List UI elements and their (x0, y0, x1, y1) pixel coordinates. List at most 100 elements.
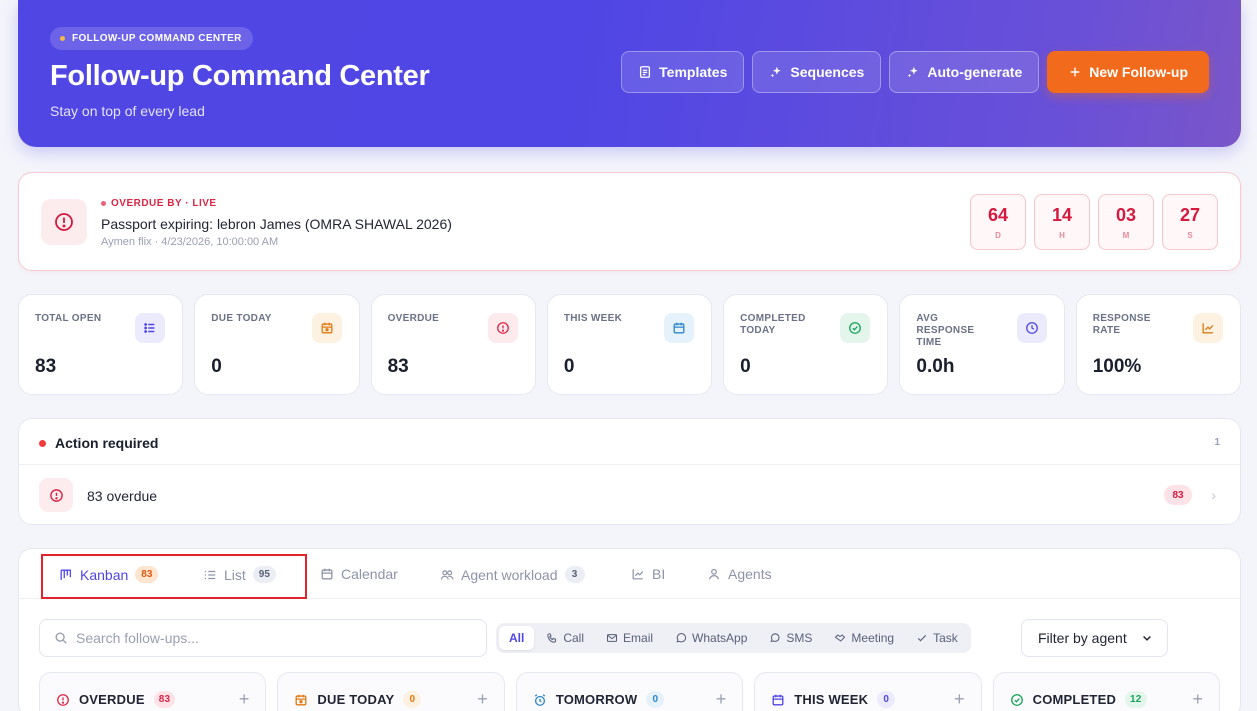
phone-icon (547, 633, 557, 643)
channel-filter-group: All Call Email WhatsApp SMS Meeting Task (496, 623, 971, 653)
hero-badge-label: FOLLOW-UP COMMAND CENTER (72, 33, 242, 44)
stat-label: COMPLETED TODAY (740, 313, 806, 336)
countdown-unit: D (995, 230, 1001, 240)
stat-value: 0 (740, 356, 751, 377)
column-count: 0 (646, 691, 665, 708)
clock-icon (1016, 313, 1047, 343)
overdue-live-card[interactable]: OVERDUE BY · LIVE Passport expiring: leb… (18, 172, 1241, 271)
countdown-value: 64 (987, 204, 1009, 225)
column-title: THIS WEEK (794, 692, 869, 707)
tab-label: Calendar (341, 566, 398, 582)
check-circle-icon (840, 313, 871, 343)
tab-label: Kanban (80, 566, 129, 583)
column-header: OVERDUE 83 (56, 691, 176, 708)
users-icon (440, 569, 454, 580)
add-card-button[interactable]: + (1193, 689, 1204, 710)
hero-badge: FOLLOW-UP COMMAND CENTER (50, 27, 253, 50)
overdue-live-label: OVERDUE BY · LIVE (101, 198, 217, 209)
add-card-button[interactable]: + (477, 689, 488, 710)
countdown-timer: 64 D 14 H 03 M 27 S (970, 194, 1218, 250)
stat-label: TOTAL OPEN (35, 313, 102, 324)
alert-circle-icon (57, 693, 69, 706)
column-header: TOMORROW 0 (533, 691, 665, 708)
stat-total-open: TOTAL OPEN 83 (18, 294, 184, 395)
sparkle-icon (771, 66, 782, 78)
tab-agents[interactable]: Agents (707, 566, 772, 582)
filter-call[interactable]: Call (536, 626, 594, 650)
add-card-button[interactable]: + (239, 689, 250, 710)
action-required-title: Action required (39, 435, 158, 451)
list-icon (135, 313, 166, 343)
sequences-button[interactable]: Sequences (752, 51, 882, 93)
add-card-button[interactable]: + (954, 689, 965, 710)
filter-meeting[interactable]: Meeting (824, 626, 904, 650)
countdown-minutes: 03 M (1098, 194, 1154, 250)
filter-email[interactable]: Email (596, 626, 663, 650)
tab-bi[interactable]: BI (631, 566, 665, 582)
countdown-value: 27 (1179, 204, 1201, 225)
search-box[interactable] (39, 619, 487, 657)
tab-label: BI (652, 566, 666, 582)
stat-label: DUE TODAY (211, 313, 272, 324)
new-followup-label: New Follow-up (1089, 64, 1188, 80)
stat-value: 0.0h (916, 356, 955, 377)
countdown-value: 14 (1051, 204, 1073, 225)
column-title: COMPLETED (1032, 692, 1117, 707)
kanban-icon (60, 569, 72, 580)
overdue-item-title: Passport expiring: lebron James (OMRA SH… (101, 216, 452, 232)
filter-sms[interactable]: SMS (759, 626, 822, 650)
chevron-down-icon (1143, 635, 1151, 641)
badge-dot (60, 36, 65, 41)
stat-this-week: THIS WEEK 0 (546, 294, 713, 395)
stat-response-rate: RESPONSE RATE 100% (1075, 294, 1241, 395)
search-icon (55, 632, 67, 644)
calendar-icon (664, 313, 695, 343)
tab-kanban[interactable]: Kanban 83 (59, 566, 159, 583)
hero-banner: FOLLOW-UP COMMAND CENTER Follow-up Comma… (18, 0, 1241, 147)
autogenerate-button[interactable]: Auto-generate (889, 51, 1040, 93)
kanban-columns: OVERDUE 83 + DUE TODAY 0 + TOMORROW 0 + (39, 672, 1221, 711)
tab-agent-workload[interactable]: Agent workload 3 (440, 566, 585, 583)
calendar-icon (772, 694, 784, 705)
action-item-label: 83 overdue (87, 488, 158, 504)
filter-label: Call (563, 631, 585, 645)
alarm-clock-icon (534, 693, 546, 706)
stat-label: AVG RESPONSE TIME (916, 313, 975, 348)
filter-whatsapp[interactable]: WhatsApp (665, 626, 757, 650)
stat-value: 0 (563, 356, 575, 377)
document-icon (640, 66, 651, 78)
column-count: 0 (403, 691, 422, 708)
chart-icon (632, 569, 644, 580)
stat-label: RESPONSE RATE (1092, 313, 1151, 336)
column-header: COMPLETED 12 (1010, 691, 1147, 708)
countdown-days: 64 D (970, 194, 1026, 250)
mail-icon (606, 634, 618, 642)
kanban-column-this-week: THIS WEEK 0 + (754, 672, 982, 711)
page-subtitle: Stay on top of every lead (50, 103, 205, 119)
filter-all[interactable]: All (499, 626, 535, 650)
new-followup-button[interactable]: New Follow-up (1047, 51, 1209, 93)
search-input[interactable] (76, 630, 456, 646)
column-count: 0 (877, 691, 896, 708)
filter-task[interactable]: Task (906, 626, 968, 650)
filter-label: WhatsApp (692, 631, 748, 645)
status-dot (39, 439, 46, 447)
alert-circle-icon (41, 199, 87, 245)
countdown-unit: M (1122, 230, 1130, 240)
column-count: 12 (1125, 691, 1147, 708)
alert-circle-icon (487, 313, 518, 343)
sparkle-icon (908, 66, 919, 78)
action-item-overdue[interactable]: 83 overdue 83 › (19, 466, 1240, 526)
tab-calendar[interactable]: Calendar (320, 566, 398, 582)
templates-button[interactable]: Templates (621, 51, 745, 93)
page-title: Follow-up Command Center (50, 60, 430, 92)
live-dot (101, 201, 106, 206)
kanban-column-due-today: DUE TODAY 0 + (277, 672, 505, 711)
handshake-icon (835, 634, 846, 642)
add-card-button[interactable]: + (716, 689, 727, 710)
agent-filter-select[interactable]: Filter by agent (1021, 619, 1168, 657)
list-icon (204, 570, 216, 579)
tab-list[interactable]: List 95 (203, 566, 276, 583)
stats-row: TOTAL OPEN 83 DUE TODAY 0 OVERDUE 83 THI… (18, 294, 1241, 395)
column-count: 83 (153, 691, 176, 708)
